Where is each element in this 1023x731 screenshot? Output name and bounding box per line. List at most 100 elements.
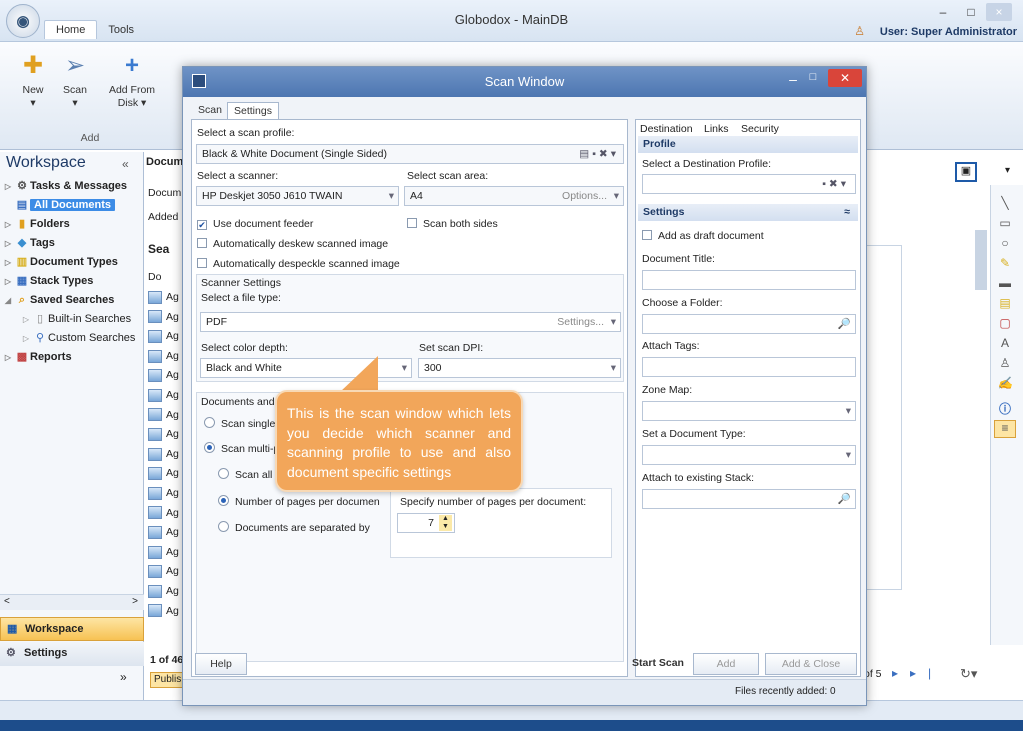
document-image-icon [148,408,162,422]
scan-all-radio[interactable]: Scan all p [218,468,281,481]
despeckle-checkbox[interactable]: Automatically despeckle scanned image [197,258,400,270]
info-icon[interactable]: ⓘ [994,400,1016,418]
both-sides-checkbox[interactable]: Scan both sides [407,218,498,230]
start-scan-button[interactable]: Start Scan [628,653,688,675]
expand-arrow-icon[interactable]: ▷ [2,235,14,253]
feeder-checkbox-box[interactable]: ✔ [197,220,207,230]
browse-stack-icon[interactable]: 🔎 [838,490,851,508]
stack-input[interactable]: 🔎 [642,489,856,509]
folder-input[interactable]: 🔎 [642,314,856,334]
user-stamp-icon[interactable]: ♙ [994,356,1016,374]
expand-arrow-icon[interactable]: ▷ [2,178,14,196]
file-type-select[interactable]: PDF Settings... [200,312,621,332]
tab-destination[interactable]: Destination [640,123,693,135]
add-button[interactable]: Add [693,653,759,675]
sidebar-item-custom-searches[interactable]: ▷ ⚲ Custom Searches [0,329,144,347]
draft-checkbox[interactable]: Add as draft document [642,230,764,242]
scanner-select[interactable]: HP Deskjet 3050 J610 TWAIN [196,186,399,206]
pages-stepper[interactable]: 7 ▲ ▼ [397,513,455,533]
close-icon[interactable]: × [986,3,1012,21]
text-tool-icon[interactable]: A [994,336,1016,354]
profile-select[interactable]: Black & White Document (Single Sided) ▤▪… [196,144,624,164]
stepper-arrows-icon[interactable]: ▲ ▼ [439,515,452,531]
ellipse-tool-icon[interactable]: ○ [994,236,1016,254]
document-image-icon [148,584,162,598]
scan-button[interactable]: ➢ Scan ▾ [50,52,100,110]
add-close-button[interactable]: Add & Close [765,653,857,675]
browse-folder-icon[interactable]: 🔎 [838,315,851,333]
tab-links[interactable]: Links [704,123,729,135]
sidebar-item-folders[interactable]: ▷ ▮ Folders [0,215,144,233]
sidebar-item-reports[interactable]: ▷ ▩ Reports [0,348,144,366]
highlighter-icon[interactable]: ✎ [994,256,1016,274]
dpi-select[interactable]: 300 [418,358,621,378]
separated-radio[interactable]: Documents are separated by [218,521,370,534]
sidebar-item-tags[interactable]: ▷ ◆ Tags [0,234,144,252]
expand-arrow-icon[interactable]: ▷ [2,216,14,234]
pages-per-doc-radio[interactable]: Number of pages per documen [218,495,380,508]
nav-workspace[interactable]: ▦ Workspace [0,617,144,641]
deskew-checkbox[interactable]: Automatically deskew scanned image [197,238,388,250]
minimize-icon[interactable]: – [930,3,956,21]
preview-dropdown-icon[interactable]: ▾ [1005,165,1010,176]
expand-arrow-icon[interactable]: ▷ [2,349,14,367]
zone-map-select[interactable] [642,401,856,421]
sidebar-item-stack-types[interactable]: ▷ ▦ Stack Types [0,272,144,290]
tab-settings[interactable]: Settings [227,102,279,119]
scan-multi-radio[interactable]: Scan multi-pa [204,442,285,455]
note-icon[interactable]: ▤ [994,296,1016,314]
profile-actions-icon[interactable]: ▤▪✖▾ [579,145,619,163]
expand-arrow-icon[interactable]: ▷ [20,311,32,329]
maximize-icon[interactable]: □ [958,3,984,21]
tags-input[interactable] [642,357,856,377]
refresh-icon[interactable]: ↻▾ [960,666,977,682]
dest-profile-select[interactable]: ▪✖▾ [642,174,856,194]
scan-maximize-icon[interactable]: □ [803,71,823,83]
rectangle-tool-icon[interactable]: ▭ [994,216,1016,234]
options-button[interactable]: Options... [562,187,607,205]
tab-home[interactable]: Home [44,20,98,39]
scan-close-icon[interactable]: ✕ [828,69,862,87]
tab-tools[interactable]: Tools [97,21,145,39]
sidebar-scrollbar[interactable]: < > [0,594,144,610]
sidebar-item-saved-searches[interactable]: ◢ ⌕ Saved Searches [0,291,144,309]
tab-scan[interactable]: Scan [192,102,228,118]
feeder-checkbox[interactable]: ✔ Use document feeder [197,218,313,230]
scan-single-radio[interactable]: Scan single p [204,417,284,430]
scan-area-select[interactable]: A4 Options... [404,186,624,206]
stamp-icon[interactable]: ▢ [994,316,1016,334]
collapse-sidebar-button[interactable]: « [122,157,129,171]
preview-scrollbar[interactable] [975,230,987,290]
expand-arrow-icon[interactable]: ◢ [2,292,14,310]
scan-minimize-icon[interactable]: – [783,71,803,87]
sidebar-item-document-types[interactable]: ▷ ▥ Document Types [0,253,144,271]
doc-title-input[interactable] [642,270,856,290]
file-type-settings-button[interactable]: Settings... [557,313,604,331]
expand-arrow-icon[interactable]: ▷ [2,273,14,291]
tab-security[interactable]: Security [741,123,779,135]
signature-icon[interactable]: ✍ [994,376,1016,394]
doctype-select[interactable] [642,445,856,465]
row-text: Docum [148,187,182,199]
row-text: Ag [166,585,179,597]
nav-settings[interactable]: ⚙ Settings [0,642,144,666]
publish-button[interactable]: Publis [150,672,184,688]
color-depth-select[interactable]: Black and White [200,358,412,378]
dest-profile-label: Select a Destination Profile: [642,158,771,170]
sidebar-item-tasks-messages[interactable]: ▷ ⚙ Tasks & Messages [0,177,144,195]
add-from-disk-button[interactable]: + Add From Disk ▾ [102,52,162,110]
pager-next-icon[interactable]: ▸▸| [892,666,943,680]
sidebar-item-built-in-searches[interactable]: ▷ ▯ Built-in Searches [0,310,144,328]
expand-arrow-icon[interactable]: ▷ [20,330,32,348]
expand-arrow-icon[interactable]: ▷ [2,254,14,272]
collapse-icon[interactable]: ≈ [844,204,850,221]
sidebar-item-all-documents[interactable]: ▤ All Documents [0,196,144,214]
scan-window-titlebar[interactable]: Scan Window – □ ✕ [183,67,866,97]
redact-icon[interactable]: ▬ [994,276,1016,294]
line-tool-icon[interactable]: ╲ [994,196,1016,214]
list-icon[interactable]: ≡ [994,420,1016,438]
preview-image-icon[interactable]: ▣ [955,162,977,182]
dest-profile-actions-icon[interactable]: ▪✖▾ [822,175,849,193]
help-button[interactable]: Help [195,653,247,675]
nav-more-button[interactable]: » [120,670,127,684]
